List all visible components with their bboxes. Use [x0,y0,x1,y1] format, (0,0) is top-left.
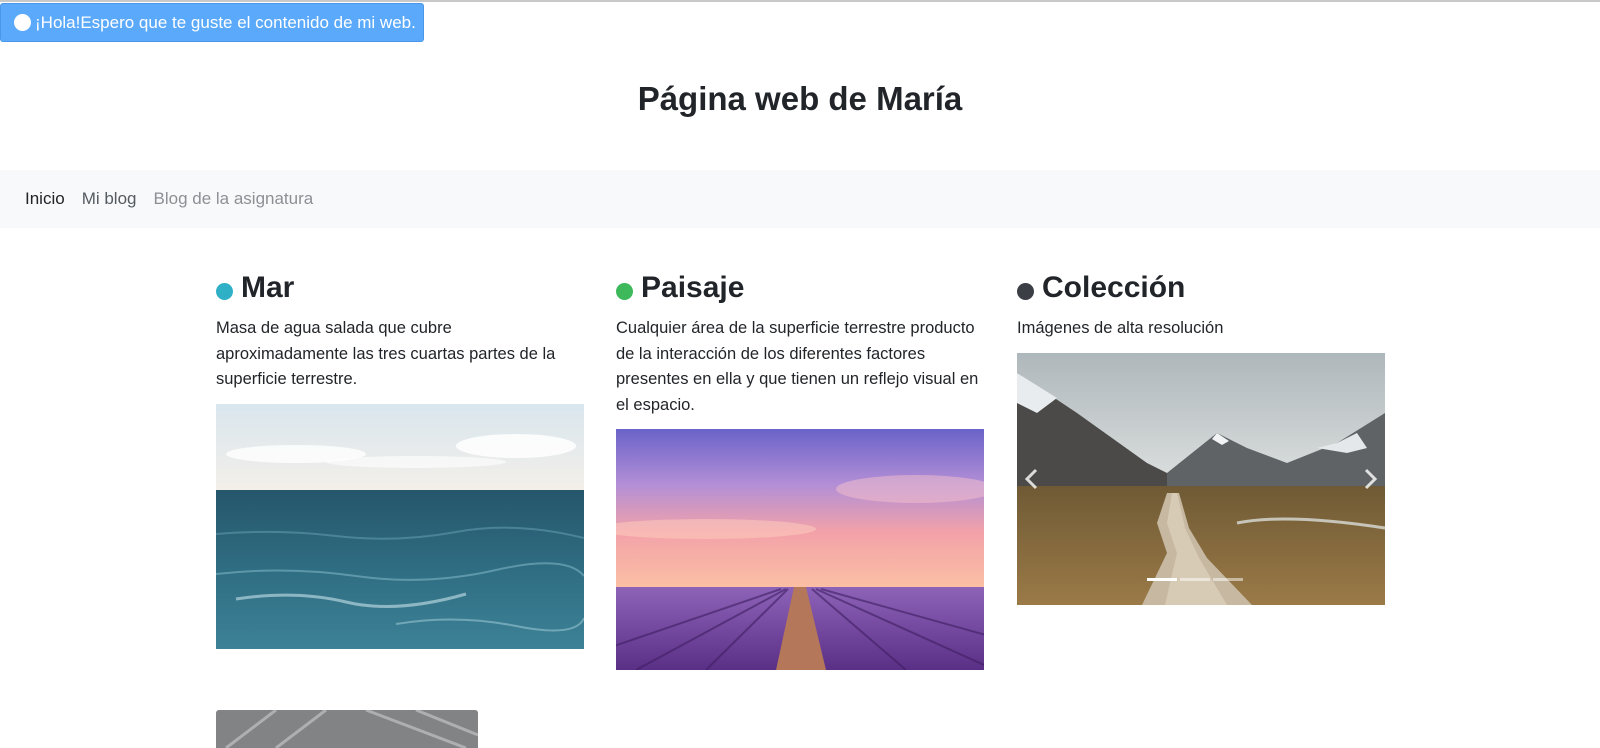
carousel-indicator-1[interactable] [1147,578,1177,581]
section-title: Mar [241,271,295,304]
ocean-photo [216,404,584,649]
carousel-next-button[interactable] [1357,465,1385,493]
section-heading: Mar [216,270,584,306]
section-heading: Paisaje [616,270,984,306]
section-description: Masa de agua salada que cubre aproximada… [216,319,556,388]
circle-icon [14,14,31,31]
alert-text: ¡Hola!Espero que te guste el contenido d… [35,12,416,32]
section-mar: Mar Masa de agua salada que cubre aproxi… [216,270,584,393]
section-paisaje: Paisaje Cualquier área de la superficie … [616,270,984,418]
bullet-icon [616,283,633,300]
carousel-prev-button[interactable] [1017,465,1045,493]
bullet-icon [216,283,233,300]
lavender-field-sunset-photo [616,429,984,670]
section-description: Cualquier área de la superficie terrestr… [616,319,979,414]
section-description: Imágenes de alta resolución [1017,319,1224,337]
image-carousel[interactable] [1017,353,1385,605]
chevron-right-icon [1364,468,1378,490]
section-title: Colección [1042,271,1186,304]
greeting-alert: ¡Hola!Espero que te guste el contenido d… [0,3,424,42]
chevron-left-icon [1024,468,1038,490]
carousel-indicator-2[interactable] [1180,578,1210,581]
mountain-boardwalk-photo [1017,353,1385,605]
section-heading: Colección [1017,270,1385,306]
section-title: Paisaje [641,271,745,304]
bullet-icon [1017,283,1034,300]
window-top-border [0,0,1600,2]
carousel-indicator-3[interactable] [1213,578,1243,581]
section-coleccion: Colección Imágenes de alta resolución [1017,270,1385,342]
partial-image [216,710,478,748]
nav-link-mi-blog[interactable]: Mi blog [82,189,137,209]
page-title: Página web de María [637,80,963,117]
carousel-indicators [1147,578,1243,581]
nav-link-inicio[interactable]: Inicio [25,189,65,209]
nav-link-blog-asignatura[interactable]: Blog de la asignatura [154,189,314,209]
navbar: Inicio Mi blog Blog de la asignatura [0,170,1600,228]
